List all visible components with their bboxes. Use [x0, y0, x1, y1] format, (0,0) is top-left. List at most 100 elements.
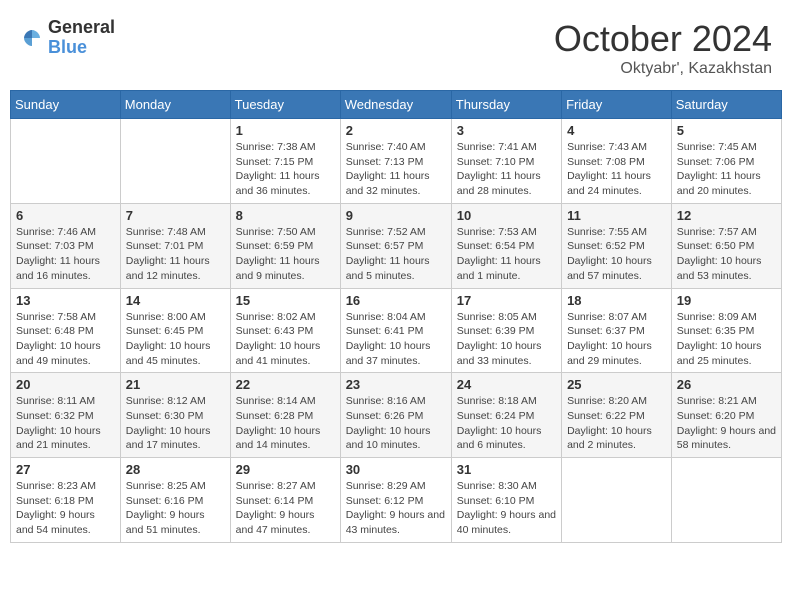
weekday-header: Monday — [120, 91, 230, 119]
day-number: 28 — [126, 462, 225, 477]
calendar-cell: 17Sunrise: 8:05 AMSunset: 6:39 PMDayligh… — [451, 288, 561, 373]
day-number: 20 — [16, 377, 115, 392]
day-number: 6 — [16, 208, 115, 223]
day-info: Sunrise: 7:45 AMSunset: 7:06 PMDaylight:… — [677, 140, 776, 199]
day-number: 14 — [126, 293, 225, 308]
day-number: 29 — [236, 462, 335, 477]
day-info: Sunrise: 8:12 AMSunset: 6:30 PMDaylight:… — [126, 394, 225, 453]
logo: General Blue — [20, 18, 115, 58]
day-number: 16 — [346, 293, 446, 308]
calendar-cell: 10 Sunrise: 7:53 AMSunset: 6:54 PMDayligh… — [451, 203, 561, 288]
day-number: 31 — [457, 462, 556, 477]
day-info: Sunrise: 8:27 AMSunset: 6:14 PMDaylight:… — [236, 479, 335, 538]
calendar-cell: 11Sunrise: 7:55 AMSunset: 6:52 PMDayligh… — [562, 203, 672, 288]
day-info: Sunrise: 7:40 AMSunset: 7:13 PMDaylight:… — [346, 140, 446, 199]
day-number: 30 — [346, 462, 446, 477]
calendar-cell — [120, 119, 230, 204]
calendar-cell — [562, 458, 672, 543]
calendar-cell: 19 Sunrise: 8:09 AMSunset: 6:35 PMDayligh… — [671, 288, 781, 373]
calendar-cell: 16 Sunrise: 8:04 AMSunset: 6:41 PMDayligh… — [340, 288, 451, 373]
calendar-cell: 20 Sunrise: 8:11 AMSunset: 6:32 PMDayligh… — [11, 373, 121, 458]
calendar-cell: 25 Sunrise: 8:20 AMSunset: 6:22 PMDayligh… — [562, 373, 672, 458]
calendar-cell: 12 Sunrise: 7:57 AMSunset: 6:50 PMDayligh… — [671, 203, 781, 288]
day-number: 9 — [346, 208, 446, 223]
day-number: 19 — [677, 293, 776, 308]
day-number: 24 — [457, 377, 556, 392]
day-number: 10 — [457, 208, 556, 223]
day-info: Sunrise: 8:00 AMSunset: 6:45 PMDaylight:… — [126, 310, 225, 369]
month-title: October 2024 — [554, 18, 772, 60]
weekday-header: Sunday — [11, 91, 121, 119]
calendar-cell: 15Sunrise: 8:02 AMSunset: 6:43 PMDayligh… — [230, 288, 340, 373]
day-info: Sunrise: 7:55 AMSunset: 6:52 PMDaylight:… — [567, 225, 666, 284]
day-number: 2 — [346, 123, 446, 138]
calendar-header-row: SundayMondayTuesdayWednesdayThursdayFrid… — [11, 91, 782, 119]
calendar-week-row: 13 Sunrise: 7:58 AMSunset: 6:48 PMDayligh… — [11, 288, 782, 373]
day-info: Sunrise: 8:09 AMSunset: 6:35 PMDaylight:… — [677, 310, 776, 369]
calendar-cell: 9Sunrise: 7:52 AMSunset: 6:57 PMDaylight… — [340, 203, 451, 288]
day-number: 7 — [126, 208, 225, 223]
calendar-cell: 8Sunrise: 7:50 AMSunset: 6:59 PMDaylight… — [230, 203, 340, 288]
day-info: Sunrise: 8:20 AMSunset: 6:22 PMDaylight:… — [567, 394, 666, 453]
calendar-table: SundayMondayTuesdayWednesdayThursdayFrid… — [10, 90, 782, 543]
day-number: 8 — [236, 208, 335, 223]
calendar-cell: 13 Sunrise: 7:58 AMSunset: 6:48 PMDayligh… — [11, 288, 121, 373]
calendar-cell: 5 Sunrise: 7:45 AMSunset: 7:06 PMDaylight… — [671, 119, 781, 204]
day-number: 12 — [677, 208, 776, 223]
calendar-cell: 18Sunrise: 8:07 AMSunset: 6:37 PMDayligh… — [562, 288, 672, 373]
page-header: General Blue October 2024 Oktyabr', Kaza… — [10, 10, 782, 90]
day-number: 13 — [16, 293, 115, 308]
day-info: Sunrise: 7:57 AMSunset: 6:50 PMDaylight:… — [677, 225, 776, 284]
day-number: 15 — [236, 293, 335, 308]
calendar-cell: 23Sunrise: 8:16 AMSunset: 6:26 PMDayligh… — [340, 373, 451, 458]
day-number: 21 — [126, 377, 225, 392]
day-info: Sunrise: 8:21 AMSunset: 6:20 PMDaylight:… — [677, 394, 776, 453]
weekday-header: Wednesday — [340, 91, 451, 119]
calendar-cell: 4Sunrise: 7:43 AMSunset: 7:08 PMDaylight… — [562, 119, 672, 204]
day-number: 4 — [567, 123, 666, 138]
day-info: Sunrise: 7:48 AMSunset: 7:01 PMDaylight:… — [126, 225, 225, 284]
day-info: Sunrise: 7:53 AMSunset: 6:54 PMDaylight:… — [457, 225, 556, 284]
weekday-header: Thursday — [451, 91, 561, 119]
calendar-cell — [671, 458, 781, 543]
day-info: Sunrise: 8:04 AMSunset: 6:41 PMDaylight:… — [346, 310, 446, 369]
calendar-cell — [11, 119, 121, 204]
calendar-cell: 22Sunrise: 8:14 AMSunset: 6:28 PMDayligh… — [230, 373, 340, 458]
weekday-header: Friday — [562, 91, 672, 119]
day-info: Sunrise: 8:23 AMSunset: 6:18 PMDaylight:… — [16, 479, 115, 538]
calendar-cell: 3 Sunrise: 7:41 AMSunset: 7:10 PMDaylight… — [451, 119, 561, 204]
day-number: 1 — [236, 123, 335, 138]
day-info: Sunrise: 7:58 AMSunset: 6:48 PMDaylight:… — [16, 310, 115, 369]
day-info: Sunrise: 8:14 AMSunset: 6:28 PMDaylight:… — [236, 394, 335, 453]
calendar-cell: 30 Sunrise: 8:29 AMSunset: 6:12 PMDayligh… — [340, 458, 451, 543]
calendar-cell: 26 Sunrise: 8:21 AMSunset: 6:20 PMDayligh… — [671, 373, 781, 458]
day-info: Sunrise: 8:18 AMSunset: 6:24 PMDaylight:… — [457, 394, 556, 453]
calendar-cell: 14 Sunrise: 8:00 AMSunset: 6:45 PMDayligh… — [120, 288, 230, 373]
day-info: Sunrise: 8:29 AMSunset: 6:12 PMDaylight:… — [346, 479, 446, 538]
calendar-cell: 2 Sunrise: 7:40 AMSunset: 7:13 PMDaylight… — [340, 119, 451, 204]
calendar-week-row: 1 Sunrise: 7:38 AMSunset: 7:15 PMDaylight… — [11, 119, 782, 204]
day-number: 3 — [457, 123, 556, 138]
day-info: Sunrise: 7:38 AMSunset: 7:15 PMDaylight:… — [236, 140, 335, 199]
day-info: Sunrise: 8:25 AMSunset: 6:16 PMDaylight:… — [126, 479, 225, 538]
logo-text: General Blue — [48, 18, 115, 58]
day-number: 27 — [16, 462, 115, 477]
calendar-cell: 21 Sunrise: 8:12 AMSunset: 6:30 PMDayligh… — [120, 373, 230, 458]
day-info: Sunrise: 8:07 AMSunset: 6:37 PMDaylight:… — [567, 310, 666, 369]
calendar-cell: 28 Sunrise: 8:25 AMSunset: 6:16 PMDayligh… — [120, 458, 230, 543]
calendar-cell: 31Sunrise: 8:30 AMSunset: 6:10 PMDayligh… — [451, 458, 561, 543]
calendar-week-row: 6Sunrise: 7:46 AMSunset: 7:03 PMDaylight… — [11, 203, 782, 288]
day-number: 23 — [346, 377, 446, 392]
day-number: 25 — [567, 377, 666, 392]
logo-icon — [20, 26, 44, 50]
day-number: 5 — [677, 123, 776, 138]
day-number: 26 — [677, 377, 776, 392]
day-info: Sunrise: 7:41 AMSunset: 7:10 PMDaylight:… — [457, 140, 556, 199]
day-info: Sunrise: 8:11 AMSunset: 6:32 PMDaylight:… — [16, 394, 115, 453]
title-block: October 2024 Oktyabr', Kazakhstan — [554, 18, 772, 78]
calendar-week-row: 27 Sunrise: 8:23 AMSunset: 6:18 PMDayligh… — [11, 458, 782, 543]
calendar-cell: 29 Sunrise: 8:27 AMSunset: 6:14 PMDayligh… — [230, 458, 340, 543]
calendar-cell: 1 Sunrise: 7:38 AMSunset: 7:15 PMDaylight… — [230, 119, 340, 204]
calendar-cell: 27 Sunrise: 8:23 AMSunset: 6:18 PMDayligh… — [11, 458, 121, 543]
day-info: Sunrise: 8:05 AMSunset: 6:39 PMDaylight:… — [457, 310, 556, 369]
